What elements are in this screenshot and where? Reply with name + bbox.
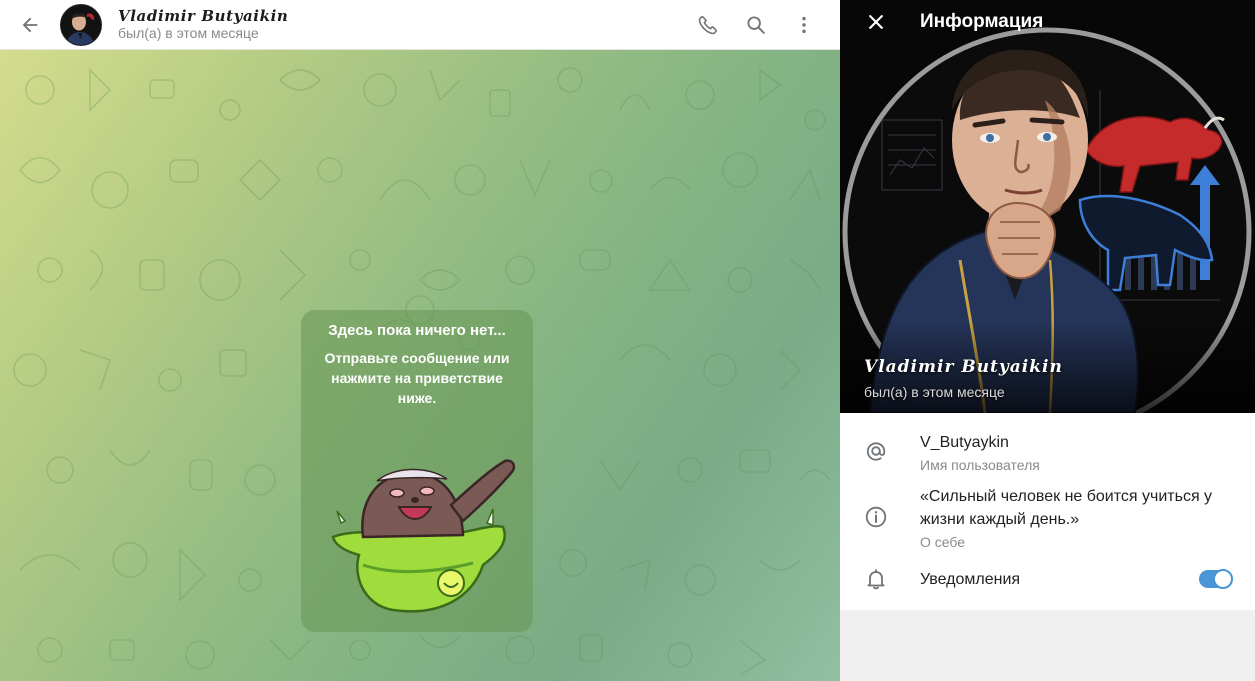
info-panel: Информация Vladimir Butyaikin был(а) в э… — [840, 0, 1255, 681]
username-label: Имя пользователя — [920, 457, 1040, 473]
back-button[interactable] — [0, 0, 60, 50]
search-button[interactable] — [732, 1, 780, 49]
arrow-left-icon — [22, 17, 38, 32]
chat-background: Здесь пока ничего нет... Отправьте сообщ… — [0, 50, 840, 681]
chat-area: Vladimir Butyaikin был(а) в этом месяце — [0, 0, 840, 681]
empty-chat-text: Отправьте сообщение или нажмите на приве… — [324, 350, 510, 406]
empty-chat-title: Здесь пока ничего нет... — [328, 322, 506, 339]
phone-icon — [698, 16, 717, 35]
close-button[interactable] — [840, 0, 912, 44]
at-sign-icon — [862, 437, 890, 465]
username-block: V_Butyaykin Имя пользователя — [920, 431, 1235, 474]
notifications-label: Уведомления — [920, 571, 1021, 588]
empty-chat-card: Здесь пока ничего нет... Отправьте сообщ… — [301, 310, 533, 632]
call-button[interactable] — [684, 1, 732, 49]
contact-status: был(а) в этом месяце — [118, 25, 259, 41]
profile-photo-area: Информация Vladimir Butyaikin был(а) в э… — [840, 0, 1255, 413]
username-value: V_Butyaykin — [920, 434, 1009, 451]
close-icon — [869, 15, 883, 29]
bio-block: «Сильный человек не боится учиться у жиз… — [920, 485, 1235, 551]
profile-photo[interactable] — [840, 0, 1255, 413]
avatar-image — [61, 4, 101, 45]
panel-title: Информация — [920, 11, 1044, 32]
chat-header: Vladimir Butyaikin был(а) в этом месяце — [0, 0, 840, 50]
avatar[interactable] — [60, 3, 102, 46]
profile-status: был(а) в этом месяце — [864, 384, 1005, 400]
bell-icon — [862, 565, 890, 593]
greeting-sticker[interactable] — [323, 445, 519, 617]
info-icon — [862, 503, 890, 531]
notifications-toggle[interactable] — [1199, 569, 1233, 589]
info-panel-header: Информация — [840, 0, 1255, 44]
profile-details: V_Butyaykin Имя пользователя «Сильный че… — [840, 413, 1255, 610]
profile-name: Vladimir Butyaikin — [864, 357, 1063, 377]
more-button[interactable] — [780, 1, 828, 49]
toggle-knob — [1213, 569, 1233, 589]
bio-text: «Сильный человек не боится учиться у жиз… — [920, 488, 1213, 528]
contact-name: Vladimir Butyaikin — [118, 7, 289, 25]
chat-header-info[interactable]: Vladimir Butyaikin был(а) в этом месяце — [118, 7, 288, 42]
more-vertical-icon — [802, 16, 806, 34]
bio-label: О себе — [920, 534, 966, 550]
search-icon — [747, 16, 765, 34]
header-actions — [684, 0, 840, 50]
